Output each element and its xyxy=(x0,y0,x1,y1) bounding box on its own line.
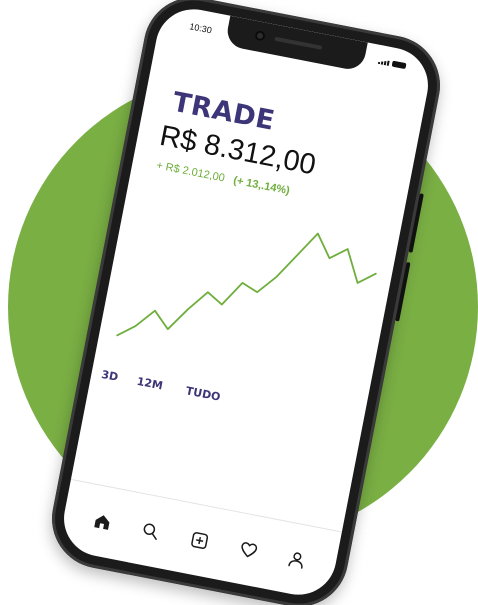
tab-favorites[interactable] xyxy=(233,535,263,565)
tab-add[interactable] xyxy=(184,525,214,555)
bottom-tab-bar xyxy=(57,478,342,602)
status-time: 10:30 xyxy=(188,21,213,36)
heart-icon xyxy=(240,542,257,558)
change-percent: (+ 13,.14%) xyxy=(232,174,291,198)
speaker-icon xyxy=(274,36,323,50)
search-icon xyxy=(143,523,158,541)
tab-home[interactable] xyxy=(87,506,117,536)
status-icons xyxy=(377,58,407,70)
series-line xyxy=(116,232,377,337)
phone-screen: 10:30 TRADE R$ 8.312,00 + R$ 2.012,00 (+… xyxy=(57,2,435,602)
phone-notch xyxy=(224,15,368,72)
range-12m-button[interactable]: 12M xyxy=(136,375,164,393)
tab-profile[interactable] xyxy=(282,544,312,574)
battery-icon xyxy=(391,60,407,70)
signal-icon xyxy=(377,59,390,66)
range-all-button[interactable]: TUDO xyxy=(185,384,222,403)
camera-icon xyxy=(254,29,266,42)
range-3d-button[interactable]: 3D xyxy=(100,368,119,384)
home-icon xyxy=(94,515,110,530)
tab-search[interactable] xyxy=(136,516,166,546)
stage: 10:30 TRADE R$ 8.312,00 + R$ 2.012,00 (+… xyxy=(0,0,478,605)
phone-mockup: 10:30 TRADE R$ 8.312,00 + R$ 2.012,00 (+… xyxy=(43,0,449,605)
price-chart xyxy=(116,232,377,337)
profile-icon xyxy=(288,552,303,569)
add-icon xyxy=(191,532,209,549)
